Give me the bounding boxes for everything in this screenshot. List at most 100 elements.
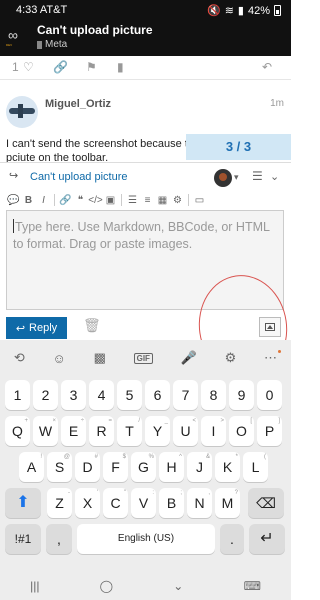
topic-title[interactable]: Can't upload picture (37, 23, 153, 37)
microphone-icon[interactable]: 🎤 (181, 350, 197, 366)
translate-icon[interactable]: ⟲ (14, 350, 25, 366)
composer-user-avatar[interactable] (214, 169, 232, 187)
key-label: V (138, 495, 149, 511)
reply-arrow-icon[interactable]: ↶ (262, 60, 272, 74)
italic-icon[interactable]: I (36, 195, 51, 206)
gear-icon[interactable]: ⚙ (225, 350, 237, 366)
key-o[interactable]: O[ (229, 416, 254, 446)
key-k[interactable]: K * (215, 452, 240, 482)
post-actions-bar: 1 ♡ 🔗 ⚑ ▮ ↶ (0, 56, 291, 80)
key-x[interactable]: X ' (75, 488, 100, 518)
comma-key[interactable]: , (46, 524, 72, 554)
trash-icon[interactable]: 🗑 (83, 317, 101, 335)
key-w[interactable]: W × (33, 416, 58, 446)
emoji-icon[interactable]: ☺ (53, 351, 66, 366)
post-username[interactable]: Miguel_Ortiz (45, 98, 111, 110)
reply-button[interactable]: ↩ Reply (6, 317, 67, 339)
menu-icon[interactable]: ☰ (252, 169, 263, 183)
reply-arrow-icon[interactable]: ↪ (9, 169, 18, 182)
bookmark-icon[interactable]: ▮ (117, 60, 124, 74)
key-f[interactable]: F $ (103, 452, 128, 482)
key-u[interactable]: U < (173, 416, 198, 446)
key-1[interactable]: 1 (5, 380, 30, 410)
key-j[interactable]: J & (187, 452, 212, 482)
reply-textarea[interactable]: Type here. Use Markdown, BBCode, or HTML… (6, 210, 284, 310)
key-3[interactable]: 3 (61, 380, 86, 410)
key-e[interactable]: E ÷ (61, 416, 86, 446)
key-g[interactable]: G% (131, 452, 156, 482)
symbols-key[interactable]: !#1 (5, 524, 41, 554)
key-5[interactable]: 5 (117, 380, 142, 410)
key-y[interactable]: Y _ (145, 416, 170, 446)
enter-key[interactable]: ↵ (249, 524, 285, 554)
key-6[interactable]: 6 (145, 380, 170, 410)
key-t[interactable]: T / (117, 416, 142, 446)
key-c[interactable]: C " (103, 488, 128, 518)
key-z[interactable]: Z- (47, 488, 72, 518)
key-2[interactable]: 2 (33, 380, 58, 410)
chevron-down-icon[interactable]: ⌄ (270, 170, 279, 183)
key-secondary-label: _ (164, 418, 168, 424)
home-icon[interactable]: ◯ (100, 579, 113, 593)
link-icon[interactable]: 🔗 (53, 60, 68, 74)
period-key[interactable]: . (220, 524, 244, 554)
key-label: Z (55, 495, 64, 511)
shift-key[interactable]: ⬆ (5, 488, 41, 518)
key-a[interactable]: A! (19, 452, 44, 482)
key-q[interactable]: Q + (5, 416, 30, 446)
bold-icon[interactable]: B (21, 195, 36, 206)
key-secondary-label: × (52, 418, 56, 424)
speech-bubble-icon[interactable]: 💬 (6, 195, 21, 206)
sticker-icon[interactable]: ▩ (94, 350, 106, 366)
more-icon[interactable]: ⋯ (264, 350, 282, 366)
key-l[interactable]: L( (243, 452, 268, 482)
image-icon[interactable]: ▣ (103, 195, 118, 206)
key-p[interactable]: P] (257, 416, 282, 446)
link-icon[interactable]: 🔗 (58, 195, 73, 206)
key-n[interactable]: N, (187, 488, 212, 518)
code-icon[interactable]: </> (88, 195, 103, 206)
key-7[interactable]: 7 (173, 380, 198, 410)
key-4[interactable]: 4 (89, 380, 114, 410)
key-8[interactable]: 8 (201, 380, 226, 410)
keyboard-hide-icon[interactable]: ⌄ (173, 579, 183, 593)
key-r[interactable]: R = (89, 416, 114, 446)
key-v[interactable]: V: (131, 488, 156, 518)
gif-icon[interactable]: GIF (133, 352, 153, 364)
key-label: S (54, 459, 65, 475)
topic-category[interactable]: Meta (37, 39, 67, 50)
key-d[interactable]: D # (75, 452, 100, 482)
calendar-icon[interactable]: ▦ (155, 195, 170, 206)
editor-toolbar: 💬 B I 🔗 ❝ </> ▣ ☰ ≡ ▦ ⚙ ▭ (6, 191, 284, 209)
quote-icon[interactable]: ❝ (73, 195, 88, 206)
key-m[interactable]: M? (215, 488, 240, 518)
recent-apps-icon[interactable]: ||| (30, 579, 39, 593)
site-logo[interactable]: ∞ (8, 28, 28, 42)
bullet-list-icon[interactable]: ☰ (125, 195, 140, 206)
upload-image-button[interactable] (259, 317, 281, 337)
key-label: P (264, 423, 275, 439)
gear-icon[interactable]: ⚙ (170, 195, 185, 206)
chevron-down-icon[interactable]: ▾ (234, 172, 239, 183)
key-s[interactable]: S @ (47, 452, 72, 482)
flag-icon[interactable]: ⚑ (86, 60, 97, 74)
avatar[interactable] (6, 96, 38, 128)
toolbar-divider (121, 194, 122, 206)
backspace-key[interactable]: ⌫ (248, 488, 284, 518)
key-b[interactable]: B; (159, 488, 184, 518)
key-9[interactable]: 9 (229, 380, 254, 410)
key-0[interactable]: 0 (257, 380, 282, 410)
preview-icon[interactable]: ▭ (192, 195, 207, 206)
keyboard-icon[interactable]: ⌨ (244, 579, 261, 593)
post-progress-counter[interactable]: 3 / 3 (186, 134, 291, 160)
reply-topic-title[interactable]: Can't upload picture (30, 171, 128, 183)
key-i[interactable]: I > (201, 416, 226, 446)
key-label: F (111, 459, 120, 475)
space-key[interactable]: English (US) (77, 524, 215, 554)
numbered-list-icon[interactable]: ≡ (140, 195, 155, 206)
key-label: I (211, 423, 216, 439)
key-h[interactable]: H ^ (159, 452, 184, 482)
keyboard-toolbar: ⟲ ☺ ▩ GIF 🎤 ⚙ ⋯ (0, 340, 291, 376)
heart-icon[interactable]: ♡ (23, 60, 34, 74)
key-label: 4 (97, 387, 106, 403)
